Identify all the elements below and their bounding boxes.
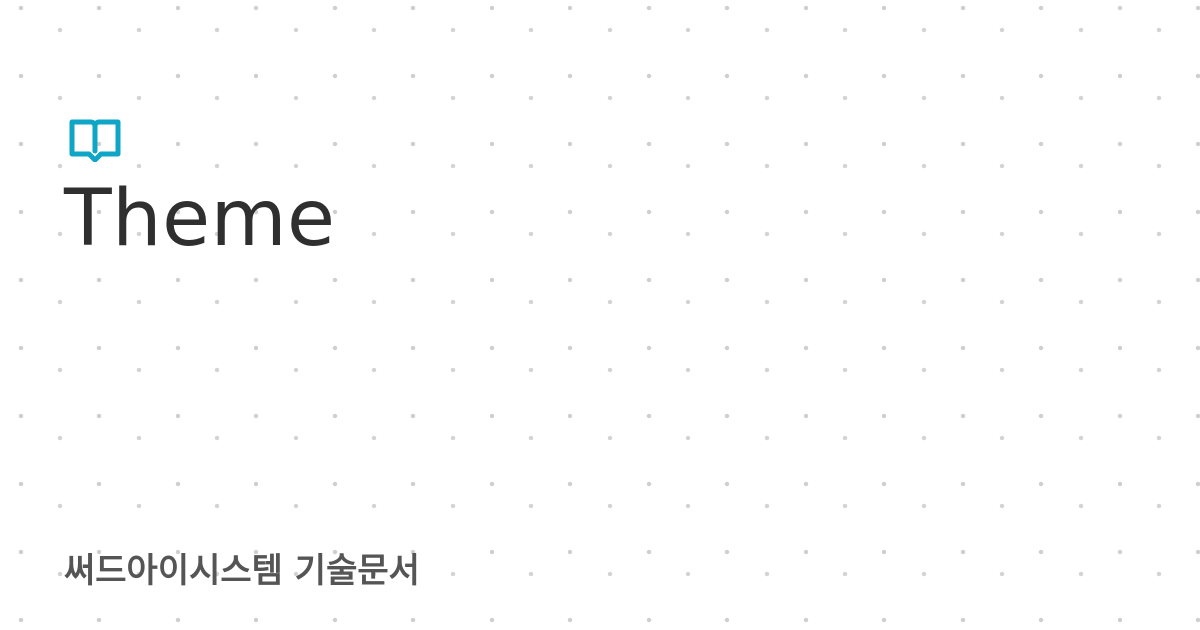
page-title: Theme (64, 174, 336, 264)
card: Theme 써드아이시스템 기술문서 (0, 0, 1200, 630)
site-subtitle: 써드아이시스템 기술문서 (64, 551, 420, 591)
open-book-icon (69, 119, 121, 162)
